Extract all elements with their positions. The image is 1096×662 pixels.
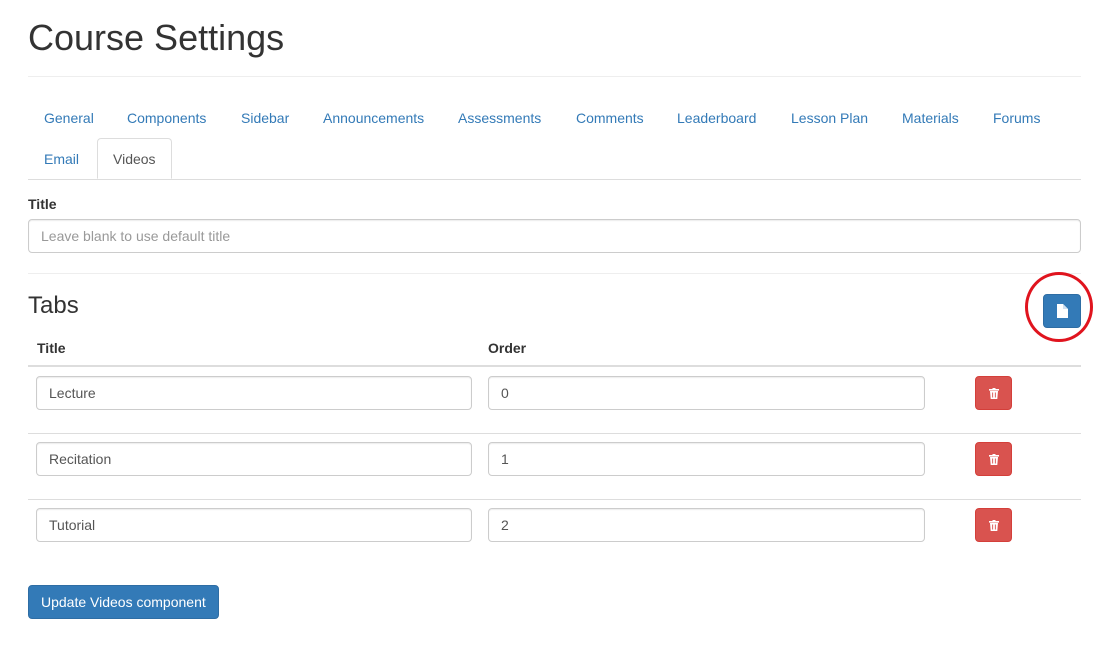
tab-leaderboard[interactable]: Leaderboard	[662, 98, 771, 138]
divider	[28, 76, 1081, 77]
trash-icon	[988, 519, 999, 531]
tab-videos[interactable]: Videos	[97, 138, 172, 179]
tab-title-input[interactable]	[36, 442, 472, 476]
table-header-divider	[28, 365, 1081, 367]
tab-order-input[interactable]	[488, 442, 925, 476]
tab-title-input[interactable]	[36, 508, 472, 542]
tab-title-input[interactable]	[36, 376, 472, 410]
tab-comments[interactable]: Comments	[561, 98, 659, 138]
delete-tab-button[interactable]	[975, 376, 1012, 410]
delete-tab-button[interactable]	[975, 442, 1012, 476]
title-label: Title	[28, 196, 57, 212]
row-divider	[28, 433, 1081, 434]
delete-tab-button[interactable]	[975, 508, 1012, 542]
file-icon	[1057, 304, 1068, 318]
tab-components[interactable]: Components	[112, 98, 221, 138]
title-input[interactable]	[28, 219, 1081, 253]
tab-announcements[interactable]: Announcements	[308, 98, 439, 138]
tab-email[interactable]: Email	[29, 139, 94, 179]
update-videos-button[interactable]: Update Videos component	[28, 585, 219, 619]
tab-materials[interactable]: Materials	[887, 98, 974, 138]
tab-order-input[interactable]	[488, 508, 925, 542]
tab-lesson-plan[interactable]: Lesson Plan	[776, 98, 883, 138]
section-divider	[28, 273, 1081, 274]
column-header-order: Order	[488, 340, 527, 356]
trash-icon	[988, 387, 999, 399]
tab-forums[interactable]: Forums	[978, 98, 1055, 138]
row-divider	[28, 499, 1081, 500]
tabs-heading: Tabs	[28, 292, 79, 319]
tabs-divider	[28, 179, 1081, 180]
tab-sidebar[interactable]: Sidebar	[226, 98, 304, 138]
new-tab-button[interactable]	[1043, 294, 1081, 328]
trash-icon	[988, 453, 999, 465]
tab-general[interactable]: General	[29, 98, 109, 138]
tab-order-input[interactable]	[488, 376, 925, 410]
tab-assessments[interactable]: Assessments	[443, 98, 556, 138]
page-title: Course Settings	[28, 17, 285, 58]
column-header-title: Title	[37, 340, 66, 356]
